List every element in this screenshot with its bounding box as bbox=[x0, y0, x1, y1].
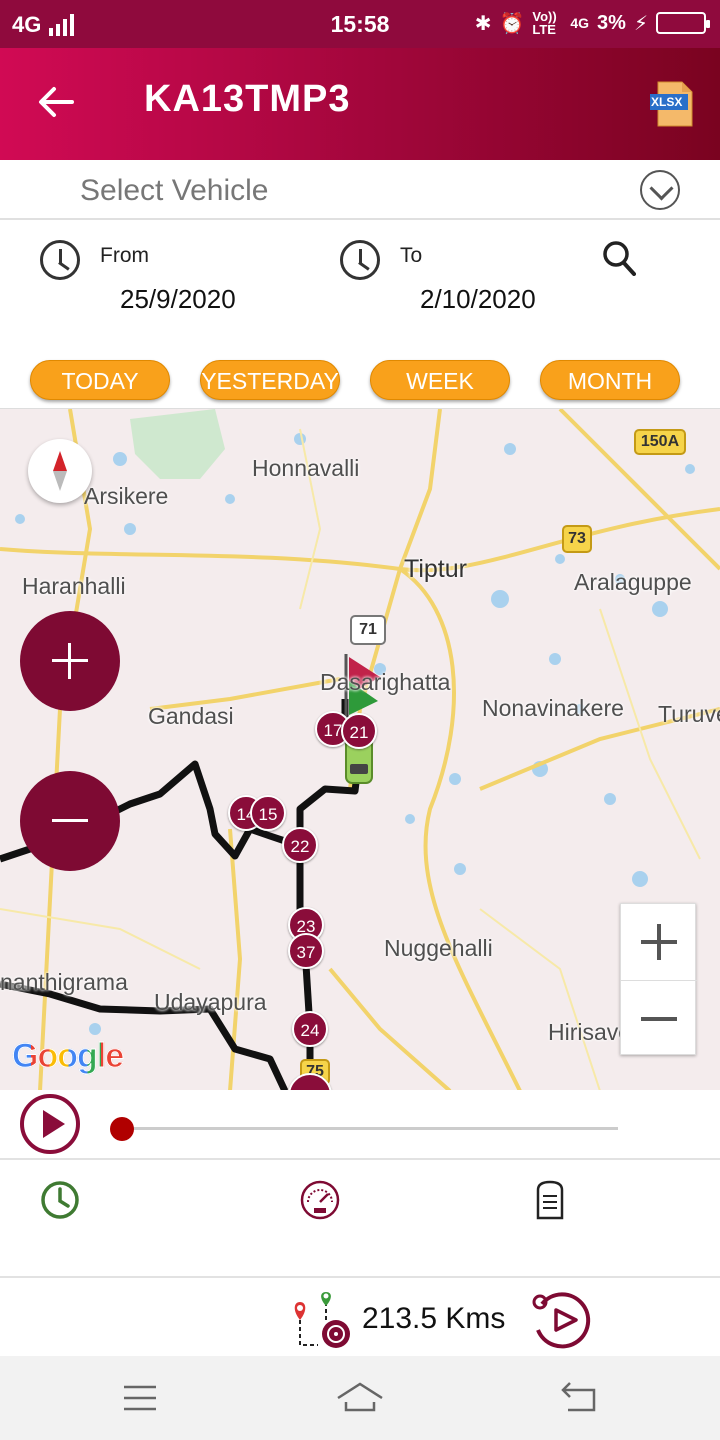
battery-icon bbox=[656, 12, 710, 34]
yesterday-button[interactable]: YESTERDAY bbox=[200, 360, 340, 400]
report-tabs bbox=[0, 1162, 720, 1278]
place-label: Udayapura bbox=[154, 989, 267, 1015]
chevron-down-icon[interactable] bbox=[640, 170, 680, 210]
place-label: Tiptur bbox=[404, 555, 467, 583]
battery-percent: 3% bbox=[597, 11, 626, 34]
alarm-icon: ⏰ bbox=[499, 12, 525, 35]
to-clock-icon[interactable] bbox=[340, 240, 380, 280]
screen: 4G 15:58 ✱ ⏰ Vo)) LTE 4G 3% ⚡ KA13TMP3 X… bbox=[0, 0, 720, 1440]
road-shield: 71 bbox=[350, 615, 386, 645]
compass-icon bbox=[53, 451, 67, 491]
playback-bar bbox=[0, 1090, 720, 1160]
clock-icon[interactable] bbox=[40, 1180, 80, 1220]
map-zoom-out-button[interactable] bbox=[621, 980, 697, 1056]
from-date[interactable]: 25/9/2020 bbox=[120, 284, 236, 315]
google-logo-text: Google bbox=[11, 1037, 124, 1076]
from-clock-icon[interactable] bbox=[40, 240, 80, 280]
search-icon[interactable] bbox=[602, 240, 636, 276]
road-shield: 73 bbox=[562, 525, 592, 553]
compass-button[interactable] bbox=[28, 439, 92, 503]
place-label: Hirisave bbox=[548, 1019, 632, 1045]
home-icon[interactable] bbox=[336, 1380, 384, 1414]
minus-icon bbox=[52, 819, 88, 822]
replay-icon[interactable] bbox=[528, 1290, 594, 1350]
place-label: Haranhalli bbox=[22, 573, 126, 599]
system-icons: ✱ ⏰ Vo)) LTE 4G 3% ⚡ bbox=[474, 9, 710, 37]
plus-icon-stroke bbox=[657, 924, 661, 960]
stop-marker[interactable]: 15 bbox=[250, 795, 286, 831]
place-label: Turuve bbox=[658, 701, 720, 727]
road-shield: 150A bbox=[634, 429, 686, 455]
plus-icon-stroke bbox=[68, 643, 71, 679]
stop-marker[interactable]: 24 bbox=[292, 1011, 328, 1047]
total-distance: 213.5 Kms bbox=[362, 1302, 506, 1335]
place-label: Nuggehalli bbox=[384, 935, 493, 961]
stop-marker[interactable]: 21 bbox=[341, 713, 377, 749]
vehicle-select[interactable]: Select Vehicle bbox=[0, 160, 720, 220]
place-label: Honnavalli bbox=[252, 455, 360, 481]
place-label: Gandasi bbox=[148, 703, 234, 729]
place-label: nanthigrama bbox=[0, 969, 128, 995]
week-button[interactable]: WEEK bbox=[370, 360, 510, 400]
page-title: KA13TMP3 bbox=[144, 78, 351, 120]
today-button[interactable]: TODAY bbox=[30, 360, 170, 400]
vehicle-select-placeholder: Select Vehicle bbox=[80, 174, 269, 207]
bluetooth-icon: ✱ bbox=[474, 12, 492, 35]
to-date[interactable]: 2/10/2020 bbox=[420, 284, 536, 315]
place-label: Aralaguppe bbox=[574, 569, 692, 595]
menu-icon[interactable] bbox=[122, 1384, 158, 1412]
network-small: 4G bbox=[570, 15, 590, 31]
charging-icon: ⚡ bbox=[633, 12, 648, 35]
minus-icon bbox=[641, 1017, 677, 1021]
speedometer-icon[interactable] bbox=[300, 1180, 340, 1220]
zoom-out-button[interactable] bbox=[20, 771, 120, 871]
system-nav-bar bbox=[0, 1356, 720, 1440]
place-label: Arsikere bbox=[84, 483, 169, 509]
zoom-in-button[interactable] bbox=[20, 611, 120, 711]
place-label: Dasarighatta bbox=[320, 669, 451, 695]
status-bar: 4G 15:58 ✱ ⏰ Vo)) LTE 4G 3% ⚡ bbox=[0, 0, 720, 48]
play-button[interactable] bbox=[20, 1094, 80, 1154]
stop-marker[interactable]: 22 bbox=[282, 827, 318, 863]
xlsx-export-button[interactable]: XLSX bbox=[648, 80, 694, 128]
lte-label: Vo)) LTE bbox=[532, 9, 557, 37]
distance-summary: 213.5 Kms bbox=[0, 1280, 720, 1356]
back-arrow-icon[interactable] bbox=[36, 82, 76, 122]
app-bar: KA13TMP3 XLSX bbox=[0, 48, 720, 160]
from-label: From bbox=[100, 244, 149, 267]
playback-thumb[interactable] bbox=[110, 1117, 134, 1141]
route-distance-icon bbox=[294, 1292, 350, 1348]
fuel-report-icon[interactable] bbox=[534, 1180, 566, 1220]
xlsx-label: XLSX bbox=[651, 95, 683, 109]
back-nav-icon[interactable] bbox=[560, 1380, 598, 1414]
date-range: From 25/9/2020 To 2/10/2020 bbox=[0, 220, 720, 350]
stop-marker[interactable]: 37 bbox=[288, 933, 324, 969]
to-label: To bbox=[400, 244, 423, 267]
map-zoom-controls bbox=[620, 903, 697, 1056]
place-label: Nonavinakere bbox=[482, 695, 624, 721]
map-zoom-in-button[interactable] bbox=[621, 904, 697, 980]
map-view[interactable]: Honnavalli Arsikere Tiptur Haranhalli Ar… bbox=[0, 408, 720, 1090]
google-logo: Google bbox=[11, 1037, 124, 1076]
playback-track[interactable] bbox=[122, 1127, 618, 1130]
month-button[interactable]: MONTH bbox=[540, 360, 680, 400]
